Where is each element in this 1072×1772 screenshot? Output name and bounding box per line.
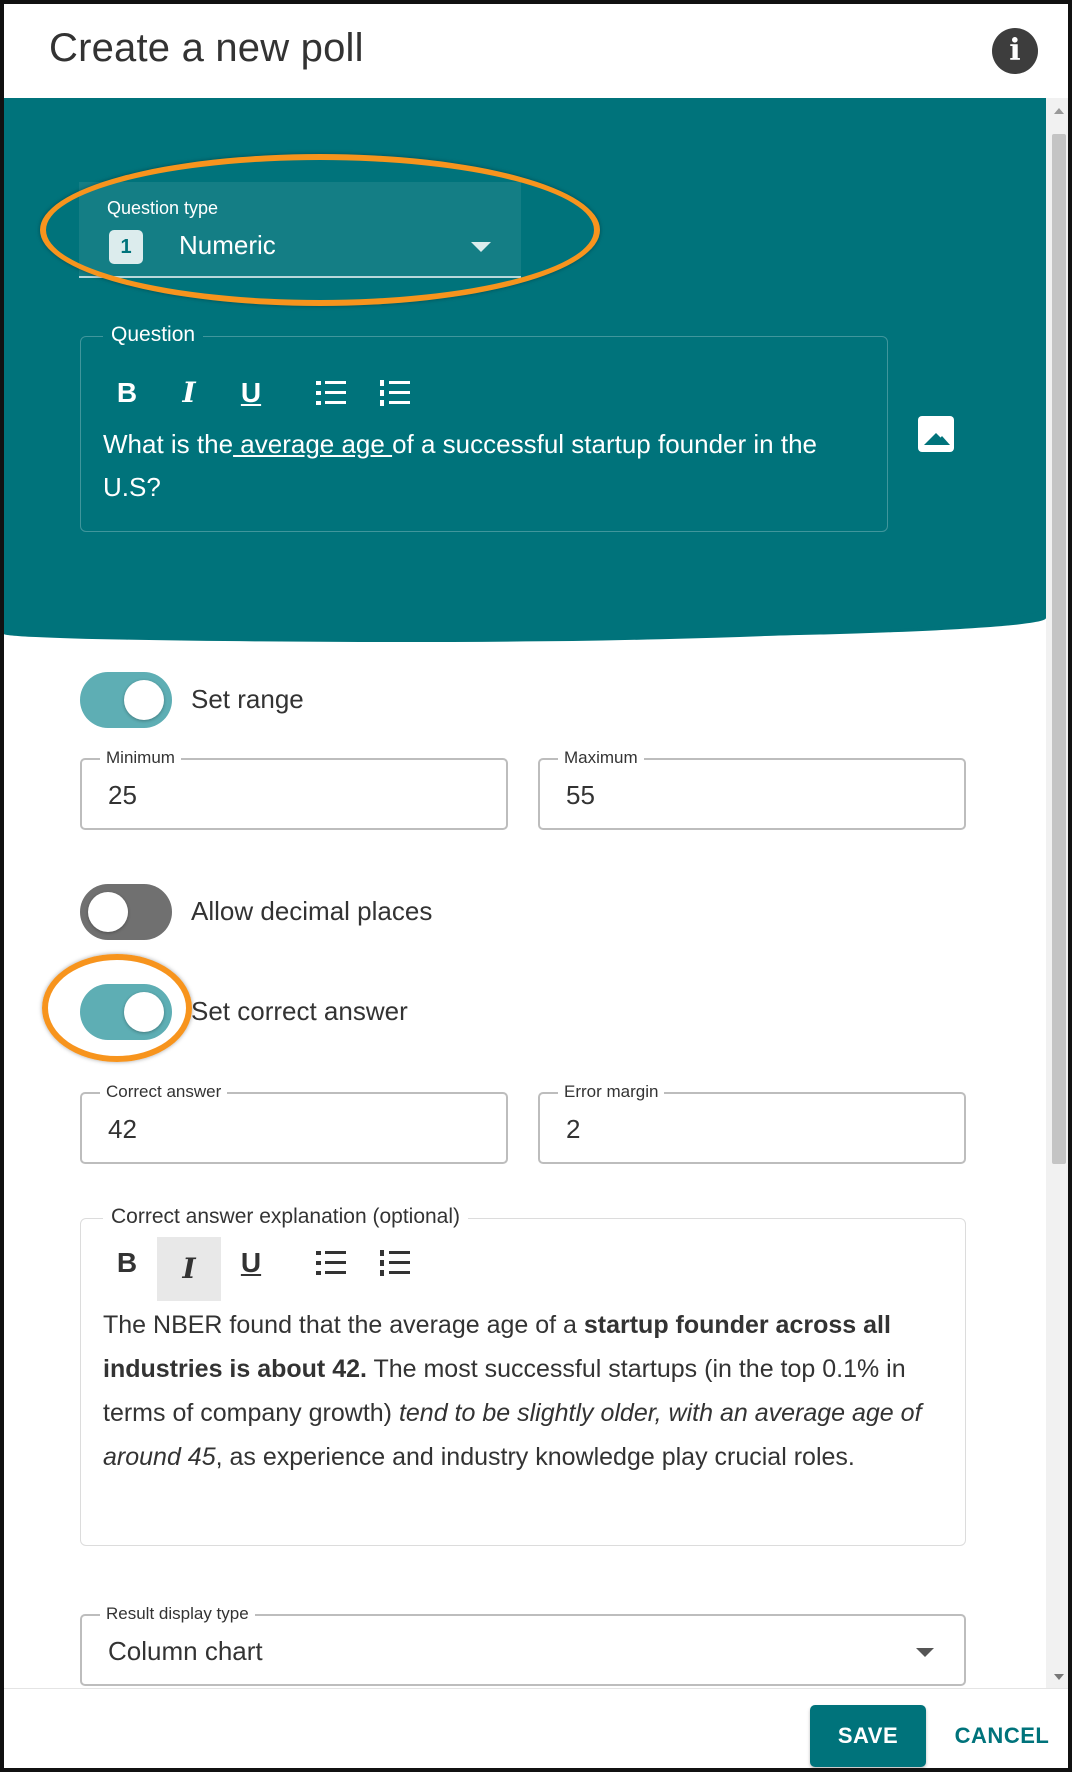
bullet-list-icon [316,380,346,406]
italic-button[interactable]: I [169,373,209,413]
poll-dialog: Create a new poll i Question type 1 Nume… [0,0,1072,1772]
minimum-value: 25 [108,780,137,810]
allow-decimal-label: Allow decimal places [191,896,433,926]
toggle-knob [124,680,164,720]
result-display-select[interactable]: Result display type Column chart [80,1604,966,1686]
bold-button[interactable]: B [107,1243,147,1283]
explanation-legend: Correct answer explanation (optional) [103,1205,469,1229]
italic-button[interactable]: I [157,1237,221,1301]
minimum-label: Minimum [100,748,181,768]
toggle-knob [88,892,128,932]
underline-button[interactable]: U [231,373,271,413]
error-margin-value: 2 [566,1114,581,1144]
numbered-list-icon [380,380,410,406]
question-text-underlined: average age [233,429,393,459]
maximum-field[interactable]: Maximum 55 [538,748,966,830]
numbered-list-icon [380,1250,410,1276]
scroll-down-icon[interactable] [1054,1674,1064,1680]
highlight-ring-correct-toggle [42,954,192,1062]
save-button[interactable]: SAVE [810,1705,926,1767]
correct-answer-label: Correct answer [100,1082,228,1102]
bold-button[interactable]: B [107,373,147,413]
bullet-list-icon [316,1250,346,1276]
error-margin-label: Error margin [558,1082,665,1102]
info-icon[interactable]: i [992,28,1038,74]
chevron-down-icon [916,1648,934,1657]
set-range-toggle[interactable] [80,672,172,728]
explanation-editor[interactable]: Correct answer explanation (optional) B … [80,1205,966,1546]
question-text[interactable]: What is the average age of a successful … [103,423,863,509]
explanation-text-part: , as experience and industry knowledge p… [215,1443,855,1471]
image-icon-mountain [934,436,950,445]
question-editor[interactable]: Question B I U What is the average age o… [80,323,888,532]
minimum-field[interactable]: Minimum 25 [80,748,508,830]
scroll-up-icon[interactable] [1054,108,1064,114]
dialog-title: Create a new poll [49,26,364,70]
explanation-text[interactable]: The NBER found that the average age of a… [103,1303,953,1479]
numbered-list-button[interactable] [375,373,415,413]
dialog-header: Create a new poll i [4,4,1068,98]
underline-button[interactable]: U [231,1243,271,1283]
result-display-value: Column chart [108,1636,263,1666]
highlight-ring-question-type [40,154,600,306]
correct-answer-value: 42 [108,1114,137,1144]
scrollbar[interactable] [1046,98,1068,1688]
maximum-value: 55 [566,780,595,810]
set-correct-answer-label: Set correct answer [191,996,408,1026]
numbered-list-button[interactable] [375,1243,415,1283]
result-display-label: Result display type [100,1604,255,1624]
image-icon[interactable] [918,416,954,452]
scroll-thumb[interactable] [1052,134,1066,1164]
correct-answer-field[interactable]: Correct answer 42 [80,1082,508,1164]
question-text-part: What is the [103,429,234,459]
question-legend: Question [103,323,204,347]
maximum-label: Maximum [558,748,644,768]
question-panel-curve [4,602,1046,642]
dialog-footer: SAVE CANCEL [4,1688,1068,1768]
allow-decimal-toggle[interactable] [80,884,172,940]
cancel-button[interactable]: CANCEL [952,1705,1052,1767]
explanation-text-part: The NBER found that the average age of a [103,1311,584,1339]
bullet-list-button[interactable] [311,1243,351,1283]
error-margin-field[interactable]: Error margin 2 [538,1082,966,1164]
set-range-label: Set range [191,684,304,714]
bullet-list-button[interactable] [311,373,351,413]
